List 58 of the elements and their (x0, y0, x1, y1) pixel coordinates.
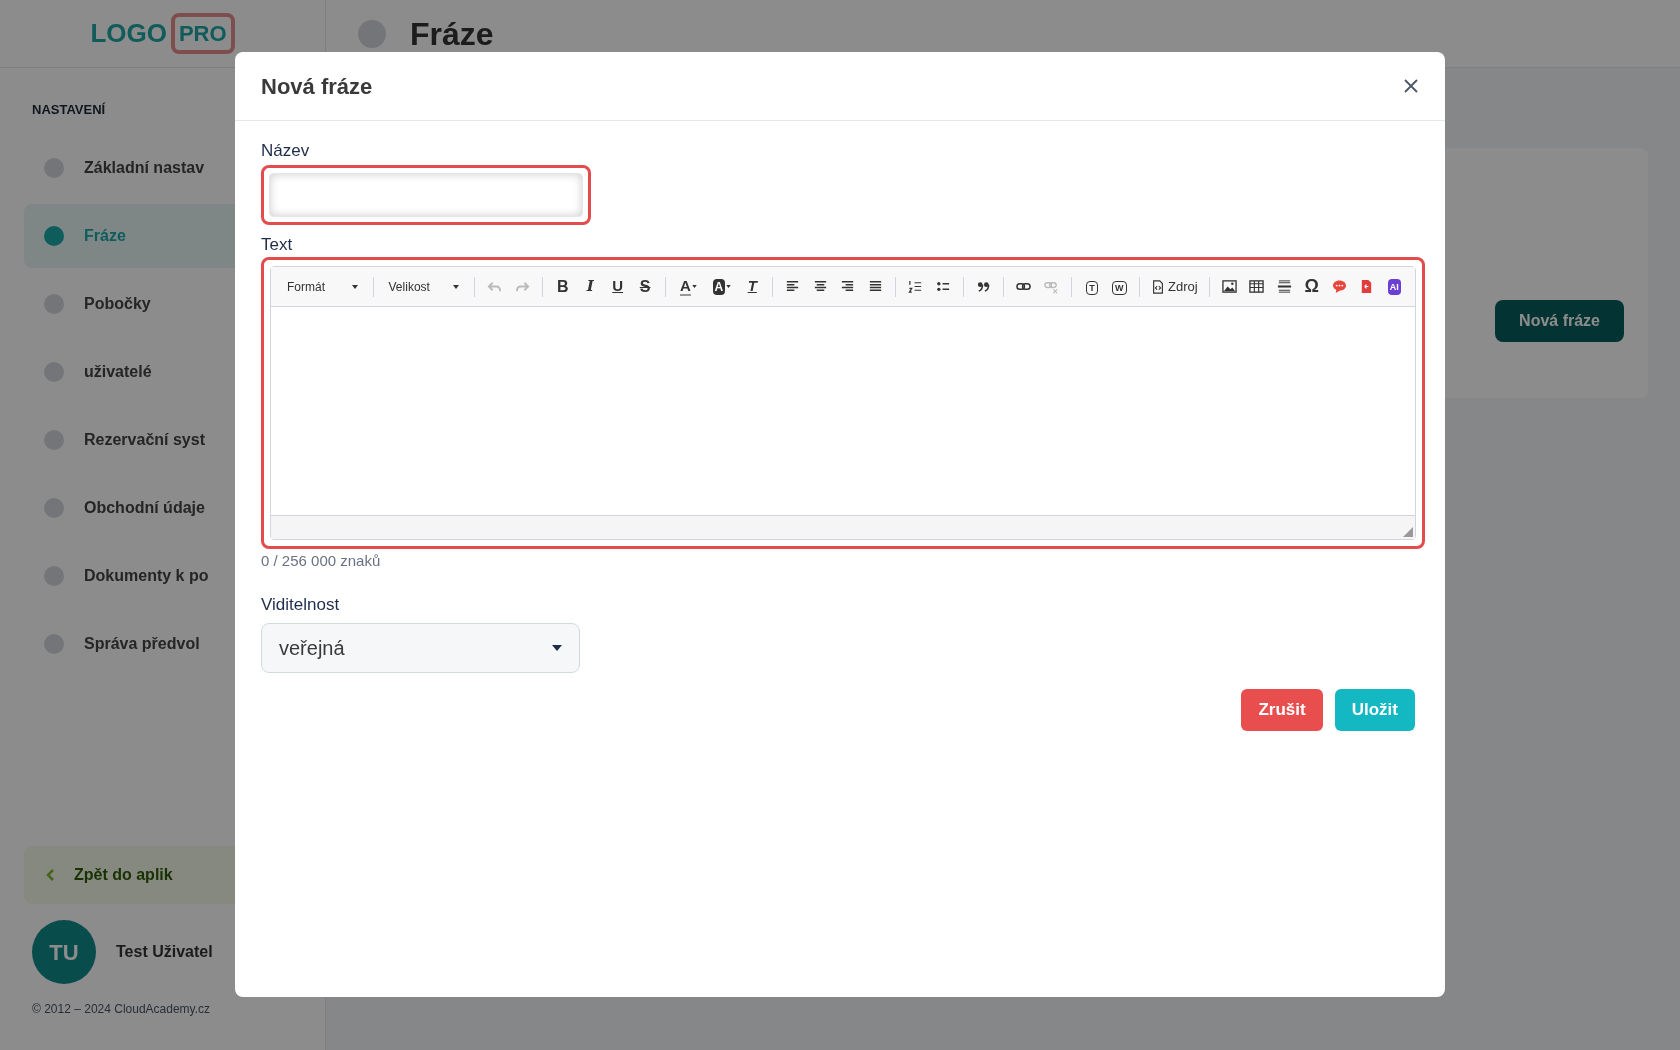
paste-word-button[interactable]: W (1112, 281, 1127, 295)
close-icon[interactable] (1403, 78, 1419, 94)
italic-button[interactable]: I (586, 275, 594, 298)
menu-item-icon (44, 293, 64, 314)
ai-button[interactable]: AI (1387, 278, 1401, 295)
table-icon[interactable] (1249, 279, 1265, 294)
character-counter: 0 / 256 000 znaků (261, 551, 382, 571)
menu-item-icon (44, 633, 64, 654)
strikethrough-button[interactable]: S (639, 274, 651, 299)
toolbar-dropdown[interactable]: Formát (279, 273, 366, 300)
modal-title: Nová fráze (261, 72, 373, 101)
special-character-button[interactable]: Ω (1304, 273, 1320, 300)
user-name: Test Uživatel (116, 942, 213, 962)
new-phrase-button[interactable]: Nová fráze (1495, 300, 1624, 342)
clear-formatting-button[interactable]: T (747, 275, 757, 298)
code-file-icon (1151, 279, 1166, 294)
logo: LOGO (90, 17, 167, 50)
field-label: Název (261, 141, 311, 161)
align-center-icon[interactable] (812, 279, 828, 294)
menu-item-icon (44, 497, 64, 518)
align-left-icon[interactable] (785, 279, 801, 294)
numbered-list-icon[interactable] (908, 279, 924, 294)
speech-bubble-icon[interactable] (1331, 279, 1347, 294)
cancel-button[interactable]: Zrušit (1241, 689, 1323, 731)
menu-item-icon (44, 361, 64, 382)
page-title: Fráze (410, 14, 494, 54)
copyright: © 2012 – 2024 CloudAcademy.cz (31, 1001, 212, 1018)
logo-badge: PRO (170, 13, 235, 54)
underline-button[interactable]: U (612, 275, 624, 298)
bulleted-list-icon[interactable] (935, 279, 951, 294)
text-color-button[interactable]: A (680, 277, 691, 296)
caret-icon (351, 284, 358, 289)
caret-icon (552, 645, 562, 651)
horizontal-lines-icon[interactable] (1276, 279, 1292, 294)
menu-item-icon (44, 429, 64, 450)
avatar: TU (32, 920, 96, 984)
paste-text-button[interactable]: T (1086, 281, 1098, 295)
menu-item-icon (44, 565, 64, 586)
quote-icon[interactable] (976, 279, 991, 294)
image-icon[interactable] (1221, 279, 1237, 294)
menu-item-icon (44, 157, 64, 178)
field-label: Viditelnost (261, 595, 341, 615)
toolbar-dropdown[interactable]: Velikost (380, 273, 468, 300)
menu-item-icon (44, 225, 64, 246)
background-color-button[interactable]: A (712, 278, 726, 295)
bold-button[interactable]: B (556, 274, 569, 299)
visibility-select[interactable]: veřejná (261, 623, 580, 673)
source-button[interactable]: Zdroj (1147, 273, 1202, 300)
caret-icon (453, 284, 460, 289)
justify-icon[interactable] (867, 279, 883, 294)
rich-text-editor[interactable]: Formát Velikost B I U S A A T T W Zdroj Ω AI (270, 266, 1416, 540)
name-input[interactable] (269, 173, 583, 217)
caret-icon (726, 285, 732, 288)
caret-icon (691, 285, 697, 288)
resize-handle-icon[interactable] (1403, 527, 1413, 537)
section-heading: NASTAVENÍ (32, 101, 106, 119)
align-right-icon[interactable] (840, 279, 856, 294)
field-label: Text (261, 235, 294, 255)
